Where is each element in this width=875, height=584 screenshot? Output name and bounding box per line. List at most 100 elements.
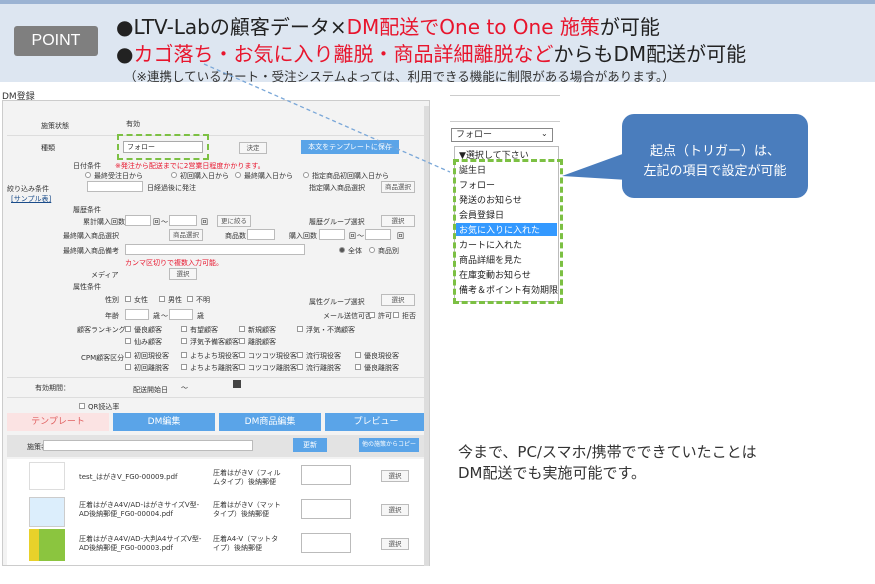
checkbox-label: 拒否 xyxy=(402,312,416,320)
group-label: 履歴グループ選択 xyxy=(309,218,365,226)
checkbox-label: 優良現役客 xyxy=(364,352,399,360)
buy-min-input[interactable] xyxy=(319,229,345,240)
age-min-input[interactable] xyxy=(125,309,149,320)
cpm-checkbox[interactable] xyxy=(125,364,131,370)
valid-period-label: 有効期間： xyxy=(35,384,70,392)
cpm-checkbox[interactable] xyxy=(125,352,131,358)
remark-label: 最終購入商品備考 xyxy=(63,247,119,255)
qr-checkbox[interactable] xyxy=(79,403,85,409)
file-select-button[interactable]: 選択 xyxy=(381,504,409,516)
remark-input[interactable] xyxy=(125,244,305,255)
file-desc: 圧着A4-V（マットタイプ）後納郵便 xyxy=(213,535,279,552)
rank-checkbox[interactable] xyxy=(239,326,245,332)
checkbox-label: 初回離脱客 xyxy=(134,364,169,372)
point-badge: POINT xyxy=(14,26,98,56)
radio-label: 全体 xyxy=(348,247,362,255)
checkbox-label: 許可 xyxy=(378,312,392,320)
checkbox-label: コツコツ現役客 xyxy=(248,352,297,360)
divider xyxy=(7,397,427,398)
unknown-checkbox[interactable] xyxy=(187,296,193,302)
checkbox-label: 有望顧客 xyxy=(190,326,218,334)
date-cond-label: 日付条件 xyxy=(73,162,101,170)
radio-last-order[interactable] xyxy=(85,172,91,178)
count-max-input[interactable] xyxy=(169,215,197,226)
trigger-select[interactable]: フォロー xyxy=(451,128,553,142)
gender-label: 性別 xyxy=(105,296,119,304)
checkbox-label: 流行現役客 xyxy=(306,352,341,360)
item-count-input[interactable] xyxy=(247,229,275,240)
file-name: 圧着はがきA4V/AD-はがきサイズV型-AD後納郵便_FG0-00004.pd… xyxy=(79,501,200,518)
file-name: test_はがきV_FG0-00009.pdf xyxy=(79,473,178,481)
comma-note: カンマ区切りで複数入力可能。 xyxy=(125,259,223,267)
last-item-button[interactable]: 商品選択 xyxy=(169,229,203,241)
copy-button[interactable]: 他の施策からコピー xyxy=(359,438,419,452)
days-input[interactable] xyxy=(87,181,143,192)
tab-template[interactable]: テンプレート xyxy=(7,413,109,431)
radio-per-item[interactable] xyxy=(369,247,375,253)
checkbox-label: 男性 xyxy=(168,296,182,304)
male-checkbox[interactable] xyxy=(159,296,165,302)
count-min-input[interactable] xyxy=(125,215,151,226)
calendar-icon[interactable] xyxy=(233,380,241,388)
tab-preview[interactable]: プレビュー xyxy=(325,413,427,431)
cpm-checkbox[interactable] xyxy=(355,352,361,358)
checkbox-label: よちよち現役客 xyxy=(190,352,239,360)
history-label: 履歴条件 xyxy=(73,206,101,214)
rank-checkbox[interactable] xyxy=(125,326,131,332)
rank-checkbox[interactable] xyxy=(125,338,131,344)
filter-label: 絞り込み条件 xyxy=(7,185,49,193)
checkbox-label: 新規顧客 xyxy=(248,326,276,334)
cpm-checkbox[interactable] xyxy=(297,352,303,358)
cpm-checkbox[interactable] xyxy=(239,364,245,370)
file-name: 圧着はがきA4V/AD-大判A4サイズV型-AD後納郵便_FG0-00003.p… xyxy=(79,535,202,552)
attr-group-button[interactable]: 選択 xyxy=(381,294,415,306)
callout-line: 左記の項目で設定が可能 xyxy=(643,164,787,179)
checkbox-label: 不明 xyxy=(196,296,210,304)
item-select-button[interactable]: 商品選択 xyxy=(381,181,415,193)
update-button[interactable]: 更新 xyxy=(293,438,327,452)
female-checkbox[interactable] xyxy=(125,296,131,302)
cpm-checkbox[interactable] xyxy=(181,364,187,370)
rank-label: 顧客ランキング xyxy=(77,326,126,334)
group-select-button[interactable]: 選択 xyxy=(381,215,415,227)
checkbox-label: 女性 xyxy=(134,296,148,304)
type-label: 種類 xyxy=(41,144,55,152)
checkbox-label: 浮気予備客顧客 xyxy=(190,338,239,346)
panel-fragment xyxy=(450,95,560,122)
status-select[interactable]: 有効 xyxy=(123,119,203,131)
file-desc: 圧着はがきV（フィルムタイプ）後納郵便 xyxy=(213,469,281,486)
radio-first-buy[interactable] xyxy=(171,172,177,178)
cpm-checkbox[interactable] xyxy=(181,352,187,358)
rank-checkbox[interactable] xyxy=(181,326,187,332)
rank-checkbox[interactable] xyxy=(181,338,187,344)
checkbox-label: 優良離脱客 xyxy=(364,364,399,372)
tab-dm-edit[interactable]: DM編集 xyxy=(113,413,215,431)
tilde: 〜 xyxy=(161,312,168,320)
cpm-checkbox[interactable] xyxy=(355,364,361,370)
radio-all[interactable] xyxy=(339,247,345,253)
file-select-button[interactable]: 選択 xyxy=(381,538,409,550)
qr-label: QR読込率 xyxy=(88,403,120,411)
cpm-checkbox[interactable] xyxy=(297,364,303,370)
type-highlight-box xyxy=(117,134,209,160)
media-select-button[interactable]: 選択 xyxy=(169,268,197,280)
narrow-button[interactable]: 更に絞る xyxy=(217,215,251,227)
attr-group-label: 属性グループ選択 xyxy=(309,298,365,306)
tab-dm-item-edit[interactable]: DM商品編集 xyxy=(219,413,321,431)
deny-checkbox[interactable] xyxy=(393,312,399,318)
sample-link[interactable]: [サンプル表] xyxy=(11,194,51,204)
trigger-callout: 起点（トリガー）は、 左記の項目で設定が可能 xyxy=(622,114,808,198)
buy-max-input[interactable] xyxy=(365,229,391,240)
purchase-count-label: 累計購入回数 xyxy=(83,218,125,226)
allow-checkbox[interactable] xyxy=(369,312,375,318)
item-count-label: 商品数 xyxy=(225,232,246,240)
rank-checkbox[interactable] xyxy=(239,338,245,344)
rank-checkbox[interactable] xyxy=(297,326,303,332)
file-select-button[interactable]: 選択 xyxy=(381,470,409,482)
divider xyxy=(7,377,427,378)
checkbox-label: コツコツ離脱客 xyxy=(248,364,297,372)
cpm-checkbox[interactable] xyxy=(239,352,245,358)
age-max-input[interactable] xyxy=(169,309,193,320)
name-input[interactable] xyxy=(43,440,253,451)
age-label: 年齢 xyxy=(105,312,119,320)
